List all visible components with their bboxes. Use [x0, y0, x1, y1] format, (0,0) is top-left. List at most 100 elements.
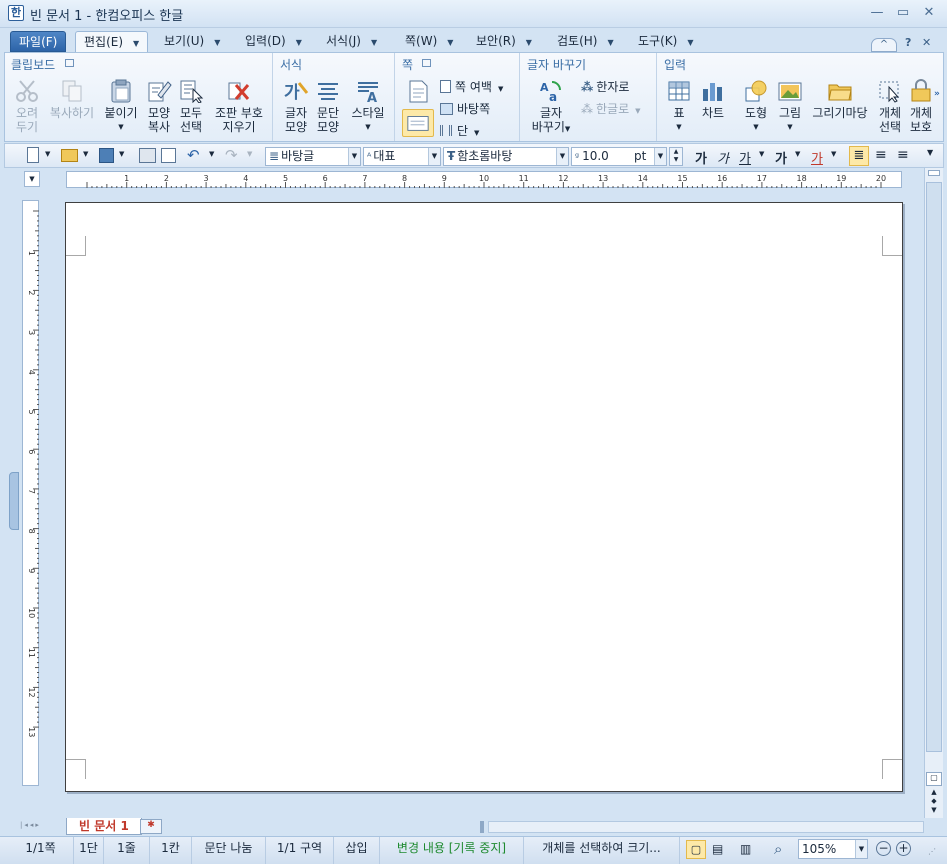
style-button[interactable]: A 스타일 ▼: [346, 79, 390, 134]
chevron-down-icon[interactable]: ▼: [348, 148, 360, 165]
ribbon-close-icon[interactable]: ✕: [922, 36, 931, 49]
chevron-down-icon[interactable]: ▼: [740, 120, 772, 134]
chevron-down-icon[interactable]: ▼: [133, 39, 139, 48]
chevron-down-icon[interactable]: ▼: [428, 148, 440, 165]
dialog-launcher-icon[interactable]: [422, 59, 431, 67]
close-button[interactable]: ✕: [918, 6, 940, 22]
horizontal-ruler[interactable]: 1 2 3 4 5 6 7 8 9 10 11 12 13 14 15 16 17 18 19 20: [66, 171, 902, 188]
menu-review[interactable]: 검토(H) ▼: [549, 31, 622, 52]
redo-icon[interactable]: ↷: [225, 146, 238, 164]
cut-button[interactable]: 오려 두기: [11, 79, 43, 134]
page-nav-buttons[interactable]: ▲ ◆ ▼: [926, 788, 942, 816]
print-icon[interactable]: [139, 148, 156, 163]
justify-align-icon[interactable]: ≣: [849, 146, 869, 166]
strikethrough-button[interactable]: 가: [775, 148, 787, 167]
font-size-spinner[interactable]: ▲ ▼: [669, 147, 683, 166]
maximize-button[interactable]: ▭: [892, 6, 914, 22]
horizontal-scrollbar[interactable]: [488, 821, 924, 833]
sidebar-expand-handle[interactable]: [9, 472, 19, 530]
tab-scroll-buttons[interactable]: |◂◂▸: [20, 821, 60, 833]
chevron-down-icon[interactable]: ▼: [855, 840, 867, 858]
draft-view-icon[interactable]: ▥: [740, 842, 751, 856]
new-tab-icon[interactable]: ✱: [140, 819, 162, 834]
page-view-icon[interactable]: ▤: [712, 842, 723, 856]
right-align-icon[interactable]: ≡: [897, 147, 909, 163]
chart-button[interactable]: 차트: [696, 79, 730, 120]
to-hanja-button[interactable]: ⁂ 한자로: [581, 78, 629, 95]
style-combo[interactable]: ≣ 바탕글 ▼: [265, 147, 361, 166]
picture-button[interactable]: 그림 ▼: [774, 79, 806, 134]
font-combo[interactable]: Ŧ 함초롬바탕 ▼: [443, 147, 569, 166]
page-bg-button[interactable]: 바탕쪽: [440, 100, 490, 117]
para-shape-button[interactable]: 문단 모양: [312, 79, 344, 134]
chevron-down-icon[interactable]: ▼: [247, 150, 252, 158]
help-button[interactable]: ?: [905, 36, 911, 49]
toolbar-more-icon[interactable]: ▼: [927, 148, 933, 157]
status-page[interactable]: 1/1쪽: [8, 837, 74, 864]
chevron-down-icon[interactable]: ▼: [346, 120, 390, 134]
scrollbar-thumb[interactable]: [926, 182, 942, 752]
page-landscape-button[interactable]: [402, 109, 434, 137]
save-icon[interactable]: [99, 148, 114, 163]
table-button[interactable]: 표 ▼: [664, 79, 694, 134]
open-folder-icon[interactable]: [61, 149, 78, 162]
status-track-changes[interactable]: 변경 내용 [기록 중지]: [380, 837, 524, 864]
page-layout-button[interactable]: [404, 79, 432, 106]
drawing-gallery-button[interactable]: 그리기마당: [808, 79, 872, 120]
page-view-icon[interactable]: ▢: [926, 772, 942, 786]
resize-grip-icon[interactable]: ⋰: [928, 847, 936, 856]
object-protect-button[interactable]: 개체 보호: [908, 79, 934, 134]
font-size-combo[interactable]: ᵍ 10.0 pt ▼: [571, 147, 667, 166]
to-hangul-button[interactable]: ⁂ 한글로 ▼: [581, 100, 641, 117]
vertical-ruler[interactable]: 1 2 3 4 5 6 7 8 9 10 11 12 13: [22, 200, 39, 786]
zoom-out-icon[interactable]: −: [876, 841, 891, 856]
vertical-scrollbar[interactable]: ▢ ▲ ◆ ▼: [924, 168, 943, 818]
zoom-icon[interactable]: ⌕: [774, 840, 782, 858]
shape-button[interactable]: 도형 ▼: [740, 79, 772, 134]
chevron-down-icon[interactable]: ▼: [45, 150, 50, 158]
clear-codes-button[interactable]: 조판 부호 지우기: [209, 79, 269, 134]
ribbon-collapse-button[interactable]: ^: [871, 38, 897, 52]
font-color-button[interactable]: 가: [811, 148, 823, 167]
menu-file[interactable]: 파일(F): [10, 31, 67, 52]
tab-document[interactable]: 빈 문서 1: [66, 818, 142, 835]
zoom-in-icon[interactable]: +: [896, 841, 911, 856]
page-margin-button[interactable]: 쪽 여백 ▼: [440, 78, 503, 95]
format-copy-button[interactable]: 모양 복사: [143, 79, 175, 134]
chevron-down-icon[interactable]: ▼: [556, 148, 568, 165]
columns-button[interactable]: 단 ▼: [440, 122, 479, 139]
paste-button[interactable]: 붙이기 ▼: [101, 79, 141, 134]
dialog-launcher-icon[interactable]: [65, 59, 74, 67]
new-document-icon[interactable]: [27, 147, 39, 163]
status-insert-mode[interactable]: 삽입: [334, 837, 380, 864]
menu-tools[interactable]: 도구(K) ▼: [630, 31, 701, 52]
chevron-down-icon[interactable]: ▼: [795, 150, 800, 158]
italic-button[interactable]: 가: [717, 148, 729, 167]
preview-icon[interactable]: [161, 148, 176, 163]
chevron-down-icon[interactable]: ▼: [119, 150, 124, 158]
zoom-combo[interactable]: 105% ▼: [798, 839, 868, 859]
object-select-button[interactable]: 개체 선택: [874, 79, 906, 134]
menu-security[interactable]: 보안(R) ▼: [468, 31, 540, 52]
char-convert-button[interactable]: Aa 글자 바꾸기▼: [527, 79, 575, 136]
minimize-button[interactable]: —: [866, 6, 888, 22]
chevron-down-icon[interactable]: ▼: [759, 150, 764, 158]
menu-insert[interactable]: 입력(D) ▼: [237, 31, 310, 52]
chevron-down-icon[interactable]: ▼: [83, 150, 88, 158]
split-view-handle[interactable]: [928, 170, 940, 176]
menu-view[interactable]: 보기(U) ▼: [156, 31, 228, 52]
bold-button[interactable]: 가: [695, 148, 707, 167]
menu-page[interactable]: 쪽(W) ▼: [397, 31, 461, 52]
title-bar[interactable]: 한 빈 문서 1 - 한컴오피스 한글 — ▭ ✕: [0, 0, 947, 28]
hwp-app-icon[interactable]: 한: [8, 5, 24, 21]
chevron-down-icon[interactable]: ▼: [664, 120, 694, 134]
document-page[interactable]: [65, 202, 903, 792]
chevron-down-icon[interactable]: ▼: [209, 150, 214, 158]
underline-button[interactable]: 가: [739, 148, 751, 167]
ruler-corner-button[interactable]: ▼: [24, 171, 40, 187]
chevron-down-icon[interactable]: ▼: [831, 150, 836, 158]
left-align-icon[interactable]: ≡: [875, 147, 887, 163]
ribbon-more-icon[interactable]: »: [934, 89, 940, 99]
language-combo[interactable]: ᴬ 대표 ▼: [363, 147, 441, 166]
select-all-button[interactable]: 모두 선택: [175, 79, 207, 134]
